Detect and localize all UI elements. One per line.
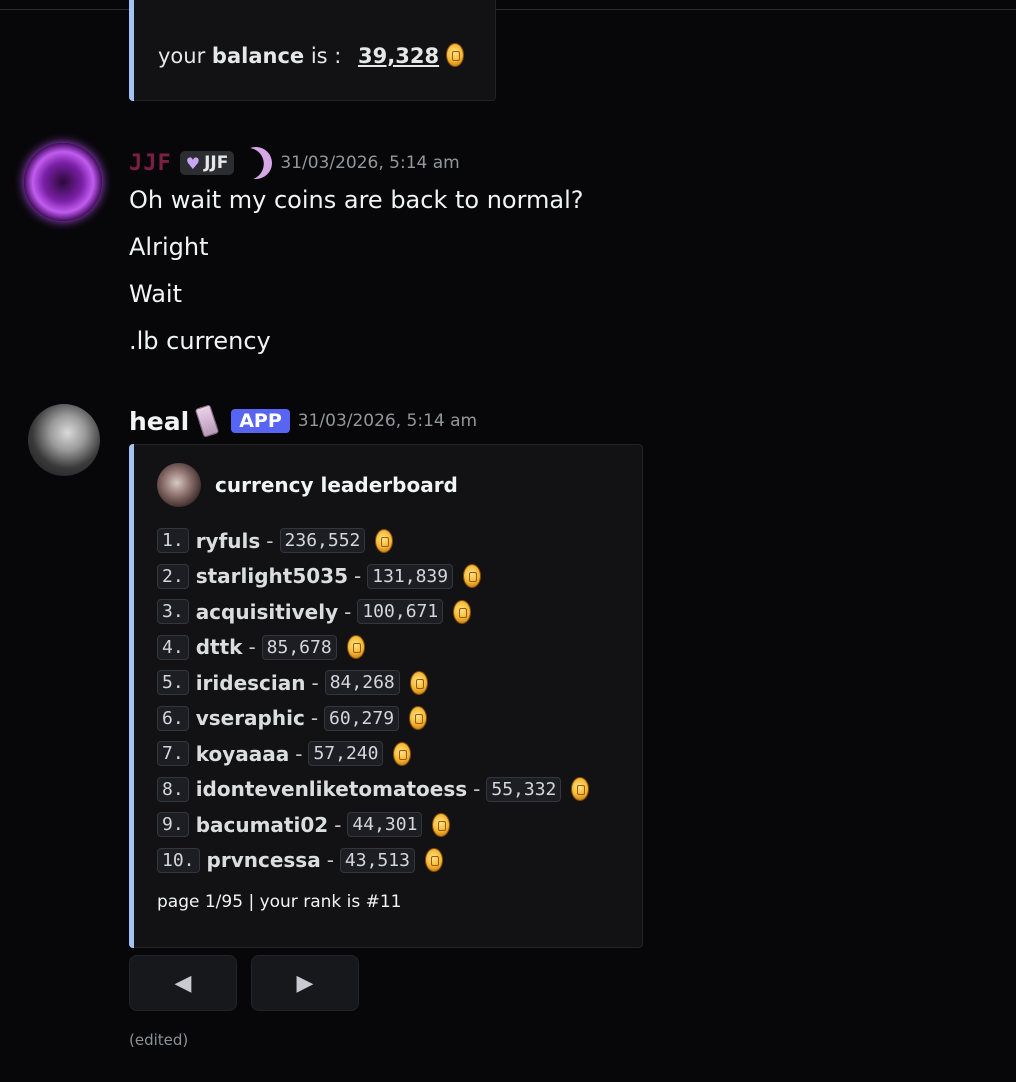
currency-amount: 44,301 bbox=[347, 812, 423, 838]
coin-icon bbox=[453, 599, 472, 624]
balance-label: balance bbox=[211, 44, 305, 68]
avatar-heal[interactable] bbox=[28, 404, 100, 476]
coin-icon bbox=[445, 43, 464, 67]
edited-label: (edited) bbox=[129, 1031, 189, 1049]
coin-icon bbox=[346, 635, 365, 660]
timestamp: 31/03/2026, 5:14 am bbox=[297, 411, 478, 431]
next-page-button[interactable]: ▶ bbox=[251, 955, 359, 1011]
leaderboard-row: 6. vseraphic -60,279 bbox=[157, 701, 589, 737]
currency-amount: 43,513 bbox=[339, 847, 415, 873]
rank-number: 10. bbox=[157, 847, 200, 873]
currency-amount: 57,240 bbox=[308, 741, 384, 767]
rank-number: 5. bbox=[157, 670, 189, 696]
coin-icon bbox=[375, 528, 394, 553]
leaderboard-embed: currency leaderboard 1. ryfuls -236,552 2. s… bbox=[129, 444, 643, 948]
avatar-jjf[interactable] bbox=[24, 143, 102, 221]
coin-icon bbox=[393, 741, 412, 766]
balance-amount: 39,328 bbox=[358, 44, 440, 68]
currency-amount: 131,839 bbox=[367, 563, 454, 589]
leaderboard-username: acquisitively bbox=[195, 599, 339, 624]
embed-author: currency leaderboard bbox=[157, 463, 458, 507]
coin-icon bbox=[432, 812, 451, 837]
timestamp: 31/03/2026, 5:14 am bbox=[280, 153, 460, 173]
rank-number: 4. bbox=[157, 634, 189, 660]
message-line: Wait bbox=[129, 280, 182, 308]
leaderboard-username: prvncessa bbox=[206, 848, 321, 873]
separator: - bbox=[310, 706, 319, 731]
separator: - bbox=[354, 564, 362, 589]
leaderboard-username: ryfuls bbox=[195, 528, 261, 553]
currency-amount: 84,268 bbox=[324, 670, 400, 696]
separator: - bbox=[266, 528, 274, 553]
separator: - bbox=[326, 848, 334, 873]
leaderboard-row: 2. starlight5035-131,839 bbox=[157, 559, 589, 595]
message-line: .lb currency bbox=[129, 327, 271, 355]
leaderboard-row: 4. dttk -85,678 bbox=[157, 630, 589, 666]
previous-page-button[interactable]: ◀ bbox=[129, 955, 237, 1011]
leaderboard-row: 5. iridescian -84,268 bbox=[157, 665, 589, 701]
message-header-jjf: JJF ♥ JJF 31/03/2026, 5:14 am bbox=[129, 148, 460, 178]
balance-text: your balance is : 39,328 bbox=[158, 43, 464, 68]
embed-footer: page 1/95 | your rank is #11 bbox=[157, 892, 402, 912]
leaderboard-username: iridescian bbox=[195, 670, 306, 695]
separator: - bbox=[334, 812, 342, 837]
balance-prefix: your bbox=[158, 44, 206, 68]
rank-number: 1. bbox=[157, 528, 189, 554]
leaderboard-username: starlight5035 bbox=[195, 564, 349, 589]
currency-amount: 236,552 bbox=[279, 528, 366, 554]
leaderboard-username: vseraphic bbox=[195, 706, 305, 731]
separator: - bbox=[473, 777, 481, 802]
triangle-right-icon: ▶ bbox=[296, 970, 314, 996]
rank-number: 8. bbox=[157, 776, 189, 802]
separator: - bbox=[344, 599, 352, 624]
balance-embed: your balance is : 39,328 bbox=[129, 0, 496, 101]
app-badge: APP bbox=[231, 409, 290, 433]
rank-number: 3. bbox=[157, 599, 189, 625]
leaderboard-row: 9. bacumati02-44,301 bbox=[157, 807, 589, 843]
currency-amount: 60,279 bbox=[324, 705, 400, 731]
leaderboard-username: dttk bbox=[195, 635, 243, 660]
leaderboard-list: 1. ryfuls -236,552 2. starlight5035-131,839 3… bbox=[157, 523, 590, 879]
username-jjf[interactable]: JJF bbox=[129, 151, 172, 176]
separator: - bbox=[295, 741, 303, 766]
coin-icon bbox=[463, 564, 482, 589]
separator: - bbox=[248, 635, 256, 660]
coin-icon bbox=[571, 777, 590, 802]
triangle-left-icon: ◀ bbox=[174, 970, 192, 996]
message-line: Oh wait my coins are back to normal? bbox=[129, 186, 584, 214]
rank-number: 7. bbox=[157, 741, 189, 767]
rank-number: 6. bbox=[157, 705, 189, 731]
leaderboard-username: bacumati02 bbox=[195, 812, 329, 837]
currency-amount: 55,332 bbox=[486, 776, 562, 802]
message-line: Alright bbox=[129, 233, 209, 261]
leaderboard-row: 7. koyaaaa -57,240 bbox=[157, 736, 589, 772]
server-tag-label: JJF bbox=[204, 153, 229, 173]
leaderboard-username: koyaaaa bbox=[195, 741, 290, 766]
embed-author-name: currency leaderboard bbox=[215, 473, 458, 497]
leaderboard-row: 1. ryfuls -236,552 bbox=[157, 523, 589, 559]
message-header-heal: heal APP 31/03/2026, 5:14 am bbox=[129, 404, 478, 438]
rank-number: 9. bbox=[157, 812, 189, 838]
separator: - bbox=[311, 670, 319, 695]
author-avatar bbox=[157, 463, 201, 507]
leaderboard-row: 3. acquisitively -100,671 bbox=[157, 594, 589, 630]
username-heal[interactable]: heal bbox=[129, 407, 189, 436]
purple-heart-icon: ♥ bbox=[185, 153, 201, 173]
balance-suffix: is : bbox=[310, 44, 342, 68]
coin-icon bbox=[409, 670, 428, 695]
moon-icon bbox=[236, 142, 277, 183]
coin-icon bbox=[424, 848, 443, 873]
currency-amount: 100,671 bbox=[357, 599, 444, 625]
coin-icon bbox=[409, 706, 428, 731]
leaderboard-row: 8. idontevenliketomatoess -55,332 bbox=[157, 772, 590, 808]
rank-number: 2. bbox=[157, 563, 189, 589]
phone-icon bbox=[194, 404, 220, 438]
leaderboard-username: idontevenliketomatoess bbox=[195, 777, 468, 802]
currency-amount: 85,678 bbox=[261, 634, 337, 660]
embed-accent-bar bbox=[129, 444, 134, 948]
server-tag[interactable]: ♥ JJF bbox=[179, 151, 235, 175]
embed-accent-bar bbox=[129, 0, 134, 101]
leaderboard-row: 10. prvncessa -43,513 bbox=[157, 843, 589, 879]
